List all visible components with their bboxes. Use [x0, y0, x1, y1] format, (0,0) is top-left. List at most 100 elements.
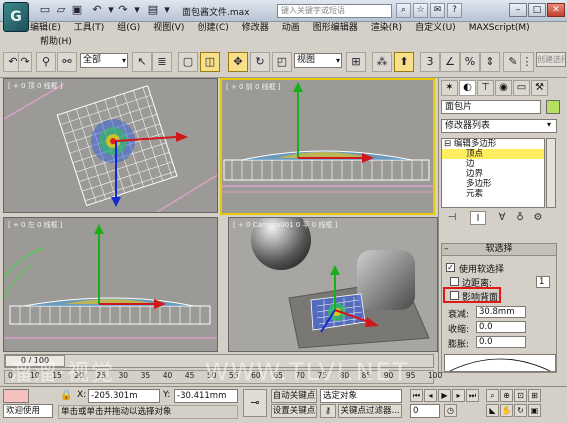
- window-crossing-icon[interactable]: ◫: [200, 52, 220, 72]
- viewport-top[interactable]: [ + 0 顶 0 线框 ]: [3, 78, 218, 213]
- save-file-icon[interactable]: ▣: [70, 3, 84, 17]
- modifier-stack-scrollbar[interactable]: [546, 138, 556, 208]
- maximize-viewport-icon[interactable]: ▣: [528, 404, 541, 417]
- angle-snap-icon[interactable]: ∠: [440, 52, 460, 72]
- object-name-input[interactable]: 面包片: [441, 100, 541, 114]
- modifier-stack-item[interactable]: ⊟ 编辑多边形: [442, 139, 544, 149]
- select-scale-icon[interactable]: ◰: [272, 52, 292, 72]
- percent-snap-icon[interactable]: %: [460, 52, 480, 72]
- falloff-input[interactable]: 30.8mm: [476, 306, 526, 318]
- pan-view-icon[interactable]: ✋: [500, 404, 513, 417]
- unlink-icon[interactable]: ⚯: [57, 52, 77, 72]
- redo-toolbar-icon[interactable]: ↷: [18, 52, 32, 72]
- set-key-button[interactable]: 设置关键点: [271, 404, 317, 418]
- select-link-icon[interactable]: ⚲: [36, 52, 56, 72]
- next-frame-icon[interactable]: ▸: [452, 389, 465, 402]
- pin-stack-icon[interactable]: ⊣: [444, 211, 460, 225]
- viewport-front-label[interactable]: [ + 0 前 0 线框 ]: [226, 82, 281, 92]
- modifier-stack[interactable]: ⊟ 编辑多边形 顶点边边界 多边形 元素: [441, 138, 545, 208]
- rollout-header[interactable]: 软选择: [441, 243, 557, 256]
- search-input[interactable]: 键入关键字或短语: [277, 4, 392, 18]
- pivot-center-icon[interactable]: ⊞: [346, 52, 366, 72]
- menu-customize[interactable]: 自定义(U): [415, 22, 456, 35]
- zoom-icon[interactable]: ⌕: [486, 389, 499, 402]
- select-rotate-icon[interactable]: ↻: [250, 52, 270, 72]
- edge-distance-checkbox[interactable]: [450, 277, 459, 286]
- configure-modifier-sets-icon[interactable]: ⚙: [530, 211, 546, 225]
- viewport-camera-label[interactable]: [ + 0 Camera001 0 平 0 线框 ]: [233, 220, 337, 230]
- select-object-icon[interactable]: ↖: [132, 52, 152, 72]
- communication-icon[interactable]: ✉: [430, 3, 445, 18]
- selection-filter-select[interactable]: 全部: [80, 53, 128, 68]
- pinch-input[interactable]: 0.0: [476, 321, 526, 333]
- menu-modifiers[interactable]: 修改器: [242, 22, 269, 35]
- menu-graph-editors[interactable]: 图形编辑器: [313, 22, 358, 35]
- viewport-front[interactable]: [ + 0 前 0 线框 ]: [220, 78, 435, 215]
- select-by-name-icon[interactable]: ≣: [152, 52, 172, 72]
- time-slider-track[interactable]: [4, 354, 434, 368]
- play-icon[interactable]: ▶: [438, 389, 451, 402]
- key-filters-button[interactable]: 关键点过滤器...: [338, 404, 402, 418]
- utilities-tab-icon[interactable]: ⚒: [531, 80, 548, 96]
- object-color-swatch[interactable]: [546, 100, 560, 114]
- previous-frame-icon[interactable]: ◂: [424, 389, 437, 402]
- redo-icon[interactable]: ↷: [116, 3, 130, 17]
- modifier-stack-item[interactable]: 多边形: [442, 179, 544, 189]
- create-tab-icon[interactable]: ✶: [441, 80, 458, 96]
- help-question-icon[interactable]: ?: [447, 3, 462, 18]
- close-window-button[interactable]: ✕: [547, 3, 565, 17]
- select-move-icon[interactable]: ✥: [228, 52, 248, 72]
- orbit-icon[interactable]: ↻: [514, 404, 527, 417]
- lock-selection-icon[interactable]: 🔒: [60, 390, 72, 401]
- spinner-snap-icon[interactable]: ⇕: [480, 52, 500, 72]
- modify-tab-icon[interactable]: ◐: [459, 80, 476, 96]
- new-file-icon[interactable]: ▭: [38, 3, 52, 17]
- key-mode-icon[interactable]: ⊸: [243, 389, 267, 417]
- menu-edit[interactable]: 编辑(E): [30, 22, 61, 35]
- open-file-icon[interactable]: ▱: [54, 3, 68, 17]
- menu-animation[interactable]: 动画: [282, 22, 300, 35]
- zoom-extents-all-icon[interactable]: ⊞: [528, 389, 541, 402]
- remove-modifier-icon[interactable]: ♁: [512, 211, 528, 225]
- select-manipulate-icon[interactable]: ⁂: [372, 52, 392, 72]
- modifier-stack-item[interactable]: 顶点: [442, 149, 544, 159]
- search-binoculars-icon[interactable]: ⌕: [396, 3, 411, 18]
- time-config-icon[interactable]: ◷: [444, 404, 457, 417]
- edge-distance-input[interactable]: 1: [536, 276, 550, 288]
- use-soft-select-checkbox[interactable]: ✓: [446, 263, 455, 272]
- viewport-camera[interactable]: [ + 0 Camera001 0 平 0 线框 ]: [228, 217, 438, 352]
- menu-tools[interactable]: 工具(T): [74, 22, 105, 35]
- go-to-start-icon[interactable]: ⏮: [410, 389, 423, 402]
- zoom-extents-icon[interactable]: ⊡: [514, 389, 527, 402]
- redo-dropdown-icon[interactable]: ▾: [130, 3, 144, 17]
- rollout-collapse-icon[interactable]: –: [444, 244, 449, 254]
- x-coord-input[interactable]: -205.301m: [88, 389, 160, 403]
- quick-access-dropdown-icon[interactable]: ▾: [160, 3, 174, 17]
- modifier-stack-item[interactable]: 边: [442, 159, 544, 169]
- chevron-down-icon[interactable]: ▾: [547, 120, 551, 129]
- modifier-stack-item[interactable]: 元素: [442, 189, 544, 199]
- snaps-toggle-icon[interactable]: 3: [420, 52, 440, 72]
- menu-maxscript[interactable]: MAXScript(M): [469, 22, 530, 35]
- bubble-input[interactable]: 0.0: [476, 336, 526, 348]
- affect-backfacing-checkbox[interactable]: [450, 291, 459, 300]
- show-end-result-icon[interactable]: I: [470, 211, 486, 225]
- named-selection-extra-icon[interactable]: ⋮: [520, 52, 534, 72]
- hierarchy-tab-icon[interactable]: ⊤: [477, 80, 494, 96]
- menu-views[interactable]: 视图(V): [153, 22, 184, 35]
- modifier-stack-item[interactable]: 边界: [442, 169, 544, 179]
- auto-key-button[interactable]: 自动关键点: [271, 389, 317, 403]
- go-to-end-icon[interactable]: ⏭: [466, 389, 479, 402]
- viewport-left-label[interactable]: [ + 0 左 0 线框 ]: [8, 220, 63, 230]
- modifier-list-select[interactable]: 修改器列表: [441, 119, 557, 133]
- set-key-icon[interactable]: ⚷: [320, 404, 336, 418]
- motion-tab-icon[interactable]: ◉: [495, 80, 512, 96]
- field-of-view-icon[interactable]: ◣: [486, 404, 499, 417]
- selected-objects-select[interactable]: 选定对象: [320, 389, 402, 403]
- time-slider-thumb[interactable]: 0 / 100: [5, 355, 65, 367]
- maxscript-listener-mini[interactable]: [3, 389, 29, 403]
- maximize-button[interactable]: □: [528, 3, 546, 17]
- current-frame-input[interactable]: 0: [410, 404, 440, 418]
- reference-coordinate-select[interactable]: 视图: [294, 53, 342, 68]
- rectangle-selection-icon[interactable]: ▢: [178, 52, 198, 72]
